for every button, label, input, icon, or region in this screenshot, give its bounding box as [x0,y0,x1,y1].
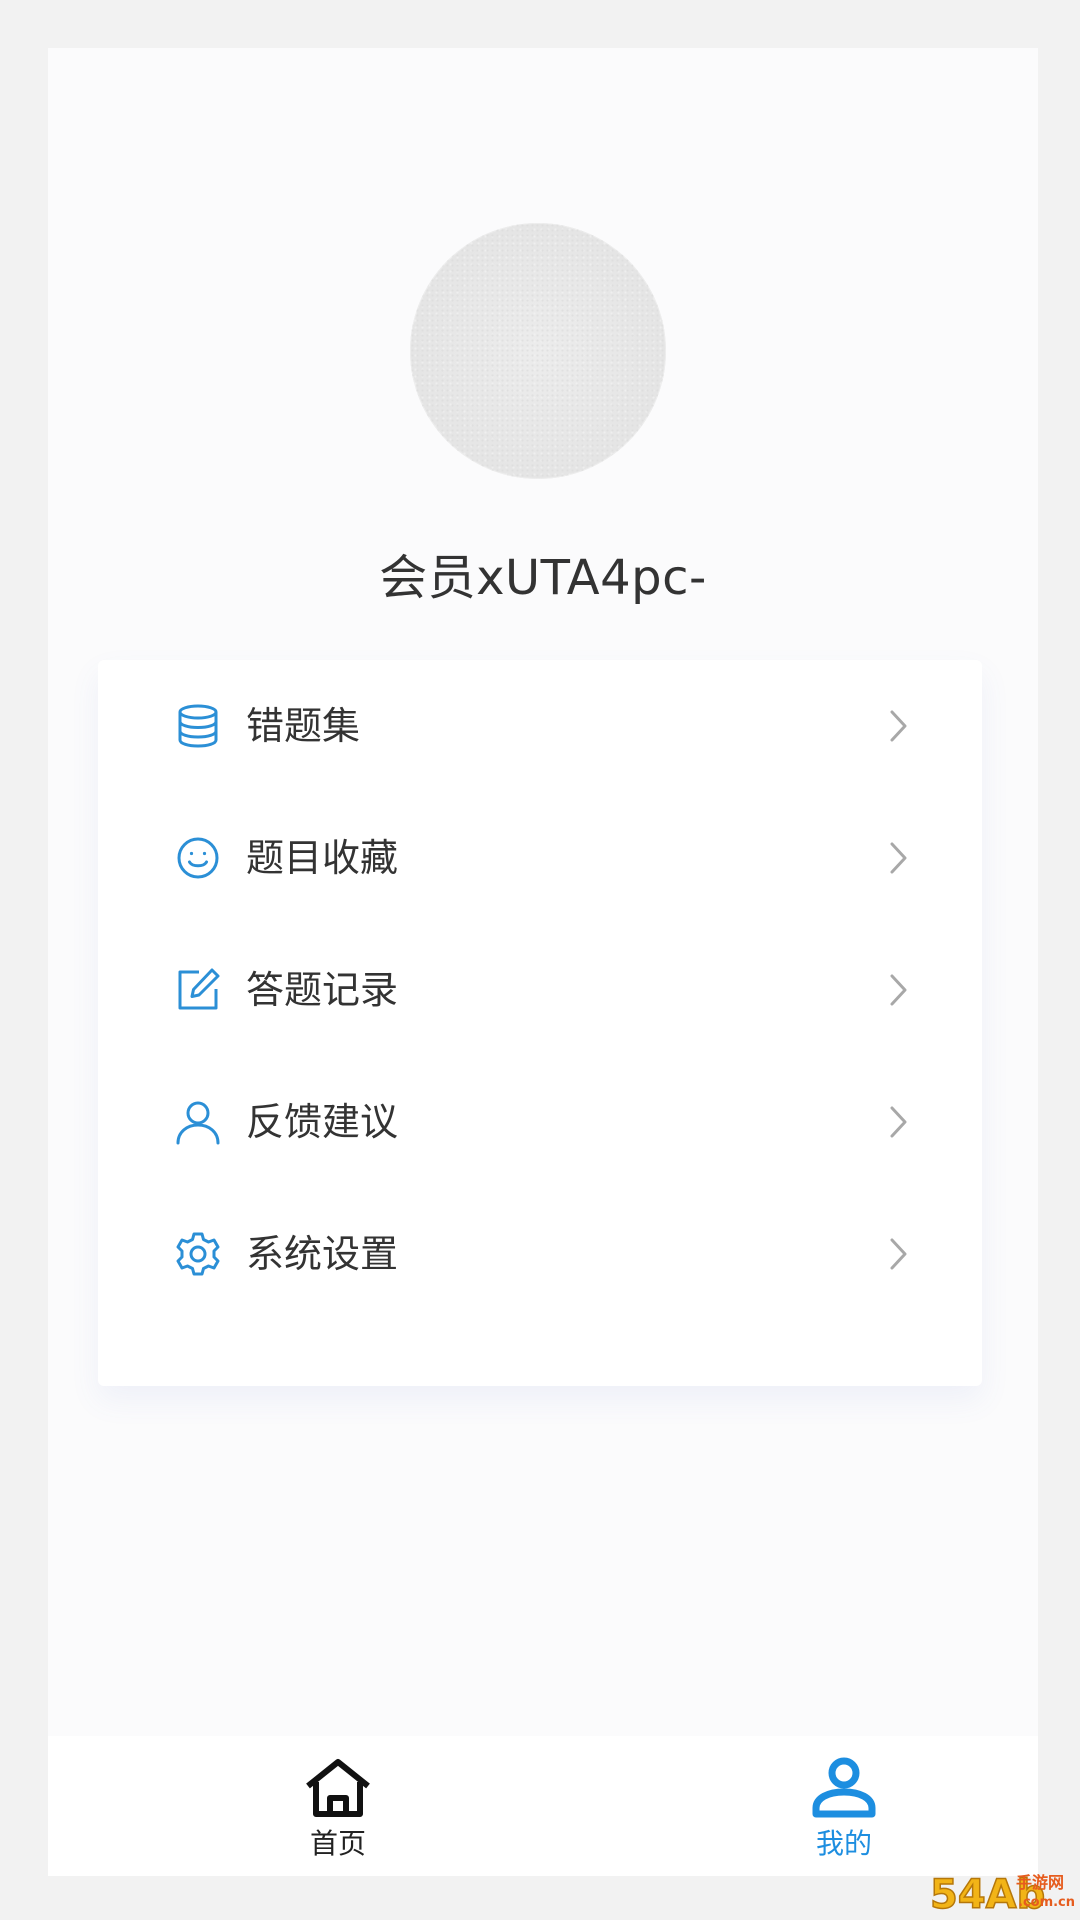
chevron-right-icon [888,1104,910,1140]
chevron-right-icon [888,840,910,876]
site-watermark: 54Ab 手游网 .com.cn [929,1871,1075,1918]
smile-icon [175,835,221,881]
edit-icon [175,967,221,1013]
chevron-right-icon [888,972,910,1008]
menu-item-favorites[interactable]: 题目收藏 [98,792,982,924]
tab-mine[interactable]: 我的 [744,1736,944,1876]
database-icon [175,703,221,749]
tab-home-label: 首页 [309,1827,366,1860]
watermark-site-name: 手游网 [1016,1873,1064,1892]
menu-item-label: 反馈建议 [246,1100,399,1144]
menu-item-label: 答题记录 [246,968,399,1012]
gear-icon [175,1231,221,1277]
avatar[interactable] [410,223,666,479]
menu-item-label: 错题集 [246,704,361,748]
chevron-right-icon [888,1236,910,1272]
user-icon [175,1099,221,1145]
menu-item-answer-history[interactable]: 答题记录 [98,924,982,1056]
username: 会员xUTA4pc- [379,550,707,606]
menu-item-wrong-questions[interactable]: 错题集 [98,660,982,792]
chevron-right-icon [888,708,910,744]
bottom-tab-bar: 首页 我的 [48,1736,1038,1876]
tab-mine-label: 我的 [815,1827,872,1860]
tab-home[interactable]: 首页 [238,1736,438,1876]
home-icon [304,1756,372,1820]
watermark-domain: .com.cn [1018,1895,1075,1910]
menu-item-label: 系统设置 [246,1232,399,1276]
menu-item-settings[interactable]: 系统设置 [98,1188,982,1320]
menu-item-label: 题目收藏 [246,836,399,880]
profile-screen: 会员xUTA4pc- 错题集 题目收藏 答题记录 反馈建议 系统设置 首页 我的 [48,48,1038,1876]
menu-card: 错题集 题目收藏 答题记录 反馈建议 系统设置 [98,660,982,1386]
menu-item-feedback[interactable]: 反馈建议 [98,1056,982,1188]
person-icon [810,1756,878,1820]
